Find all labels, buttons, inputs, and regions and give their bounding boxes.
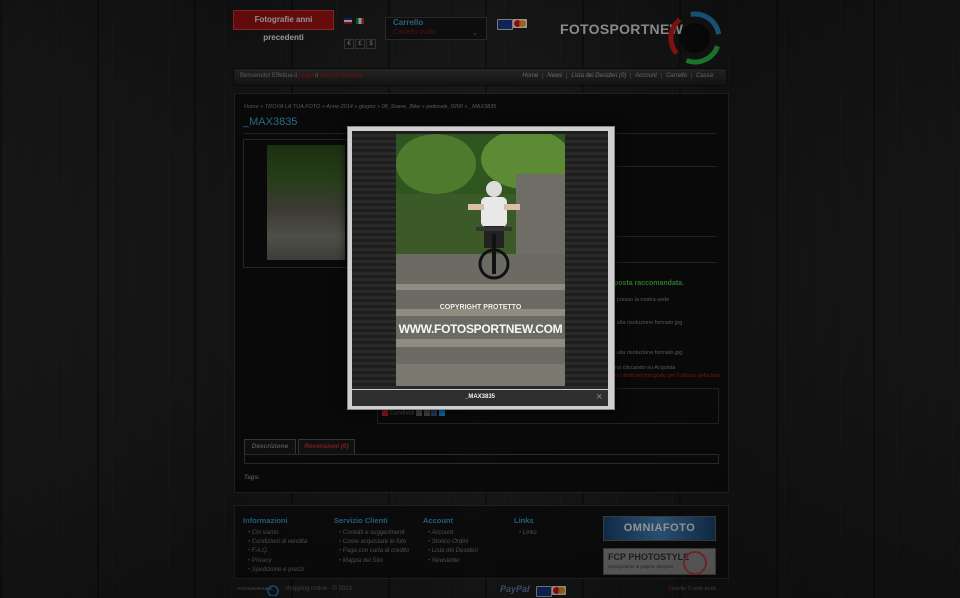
photo-watermark-url: WWW.FOTOSPORTNEW.COM bbox=[398, 322, 563, 336]
lightbox-caption: _MAX3835 bbox=[464, 394, 496, 400]
lightbox-photo[interactable] bbox=[396, 134, 565, 386]
photo-watermark-copyright: COPYRIGHT PROTETTO bbox=[439, 304, 522, 311]
close-icon[interactable]: × bbox=[596, 391, 602, 403]
